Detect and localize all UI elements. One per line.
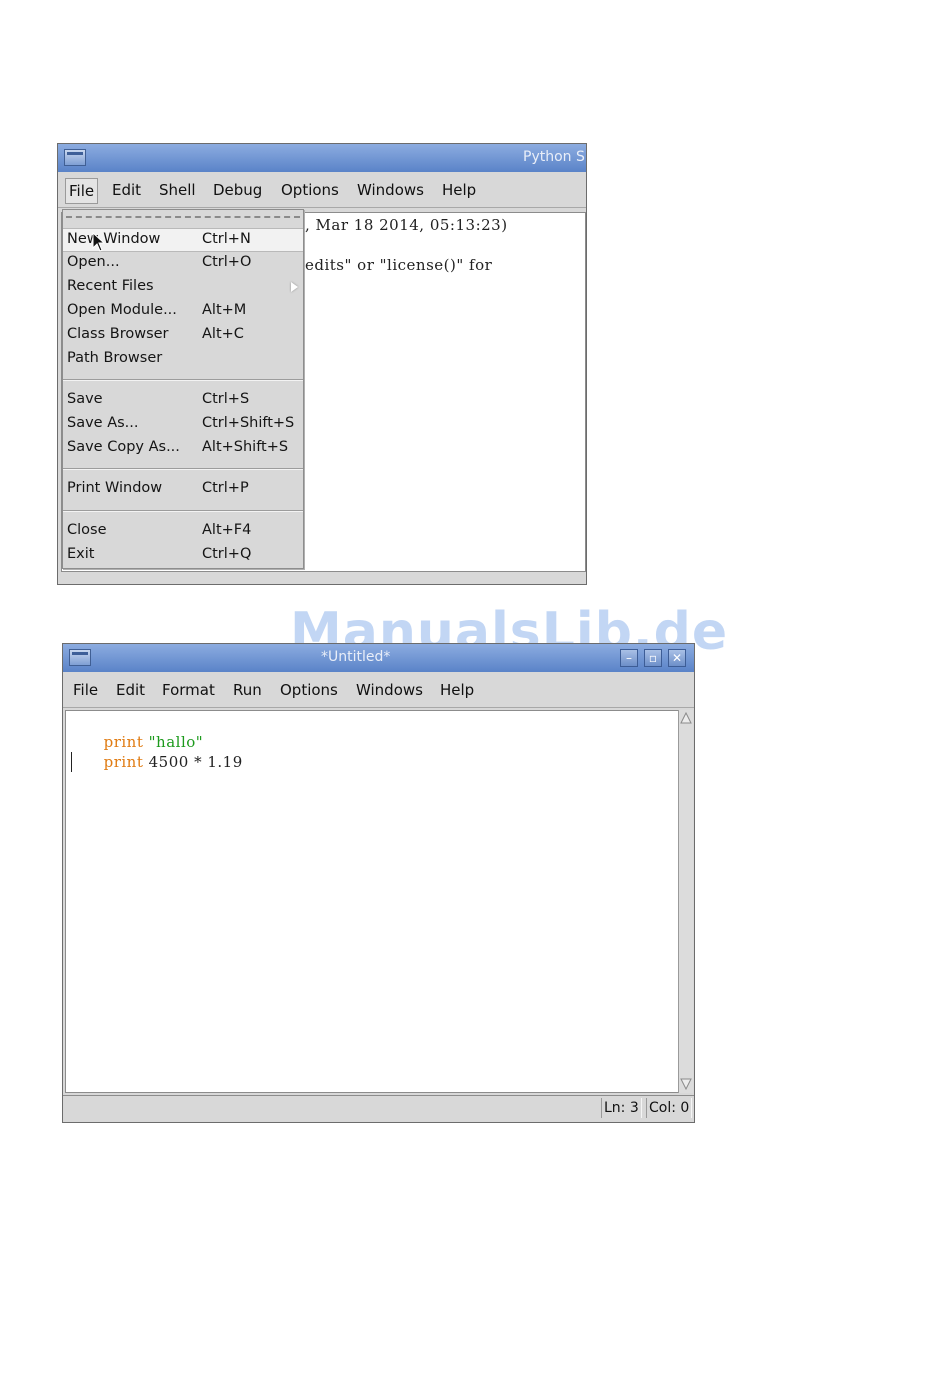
shell-titlebar[interactable]: Python S: [58, 144, 586, 172]
status-col: Col: 0: [646, 1098, 693, 1118]
menu-item-save-as[interactable]: Save As... Ctrl+Shift+S: [63, 413, 303, 435]
submenu-arrow-icon: [291, 282, 298, 292]
status-line: Ln: 3: [601, 1098, 642, 1118]
menu-windows[interactable]: Windows: [356, 681, 423, 699]
shell-menubar: File Edit Shell Debug Options Windows He…: [58, 173, 586, 208]
menu-item-print-window[interactable]: Print Window Ctrl+P: [63, 478, 303, 500]
menu-debug[interactable]: Debug: [213, 181, 262, 199]
menu-item-recent-files[interactable]: Recent Files: [63, 276, 303, 298]
menu-item-exit[interactable]: Exit Ctrl+Q: [63, 544, 303, 566]
menu-help[interactable]: Help: [442, 181, 476, 199]
text-cursor: [71, 752, 72, 772]
scroll-up-icon[interactable]: [680, 711, 692, 725]
editor-title: *Untitled*: [321, 649, 391, 665]
file-menu-dropdown: New Window Ctrl+N Open... Ctrl+O Recent Fi…: [62, 209, 304, 569]
menu-edit[interactable]: Edit: [112, 181, 141, 199]
menu-edit[interactable]: Edit: [116, 681, 145, 699]
menu-item-save-copy-as[interactable]: Save Copy As... Alt+Shift+S: [63, 437, 303, 459]
code-keyword: print: [103, 753, 144, 771]
menu-format[interactable]: Format: [162, 681, 215, 699]
scroll-down-icon[interactable]: [680, 1077, 692, 1091]
editor-window: *Untitled* – ▫ ✕ File Edit Format Run Op…: [62, 643, 695, 1123]
menu-item-class-browser[interactable]: Class Browser Alt+C: [63, 324, 303, 346]
menu-run[interactable]: Run: [233, 681, 262, 699]
menu-options[interactable]: Options: [281, 181, 339, 199]
mouse-pointer-icon: [92, 232, 106, 252]
shell-output-line: edits" or "license()" for: [305, 256, 493, 274]
code-line: print 4500 * 1.19: [72, 735, 243, 789]
tearoff-line[interactable]: [66, 216, 300, 218]
shell-title: Python S: [523, 149, 585, 165]
menu-separator: [63, 468, 303, 470]
menu-help[interactable]: Help: [440, 681, 474, 699]
menu-separator: [63, 510, 303, 512]
menu-file[interactable]: File: [73, 681, 98, 699]
menu-shell[interactable]: Shell: [159, 181, 196, 199]
window-menu-icon[interactable]: [69, 649, 91, 666]
menu-item-open-module[interactable]: Open Module... Alt+M: [63, 300, 303, 322]
vertical-scrollbar[interactable]: [678, 710, 693, 1093]
status-bar: Ln: 3 Col: 0: [63, 1095, 694, 1120]
editor-titlebar[interactable]: *Untitled* – ▫ ✕: [63, 644, 694, 672]
menu-item-open[interactable]: Open... Ctrl+O: [63, 252, 303, 274]
maximize-icon[interactable]: ▫: [644, 649, 662, 667]
window-menu-icon[interactable]: [64, 149, 86, 166]
code-text: 4500 * 1.19: [143, 753, 243, 771]
menu-item-path-browser[interactable]: Path Browser: [63, 348, 303, 370]
menu-item-save[interactable]: Save Ctrl+S: [63, 389, 303, 411]
code-editor[interactable]: print "hallo" print 4500 * 1.19: [65, 710, 679, 1093]
menu-options[interactable]: Options: [280, 681, 338, 699]
menu-file[interactable]: File: [65, 178, 99, 204]
menu-separator: [63, 379, 303, 381]
close-icon[interactable]: ✕: [668, 649, 686, 667]
editor-menubar: File Edit Format Run Options Windows Hel…: [63, 673, 694, 708]
menu-item-close[interactable]: Close Alt+F4: [63, 520, 303, 542]
minimize-icon[interactable]: –: [620, 649, 638, 667]
shell-output-line: , Mar 18 2014, 05:13:23): [305, 216, 508, 234]
menu-windows[interactable]: Windows: [357, 181, 424, 199]
